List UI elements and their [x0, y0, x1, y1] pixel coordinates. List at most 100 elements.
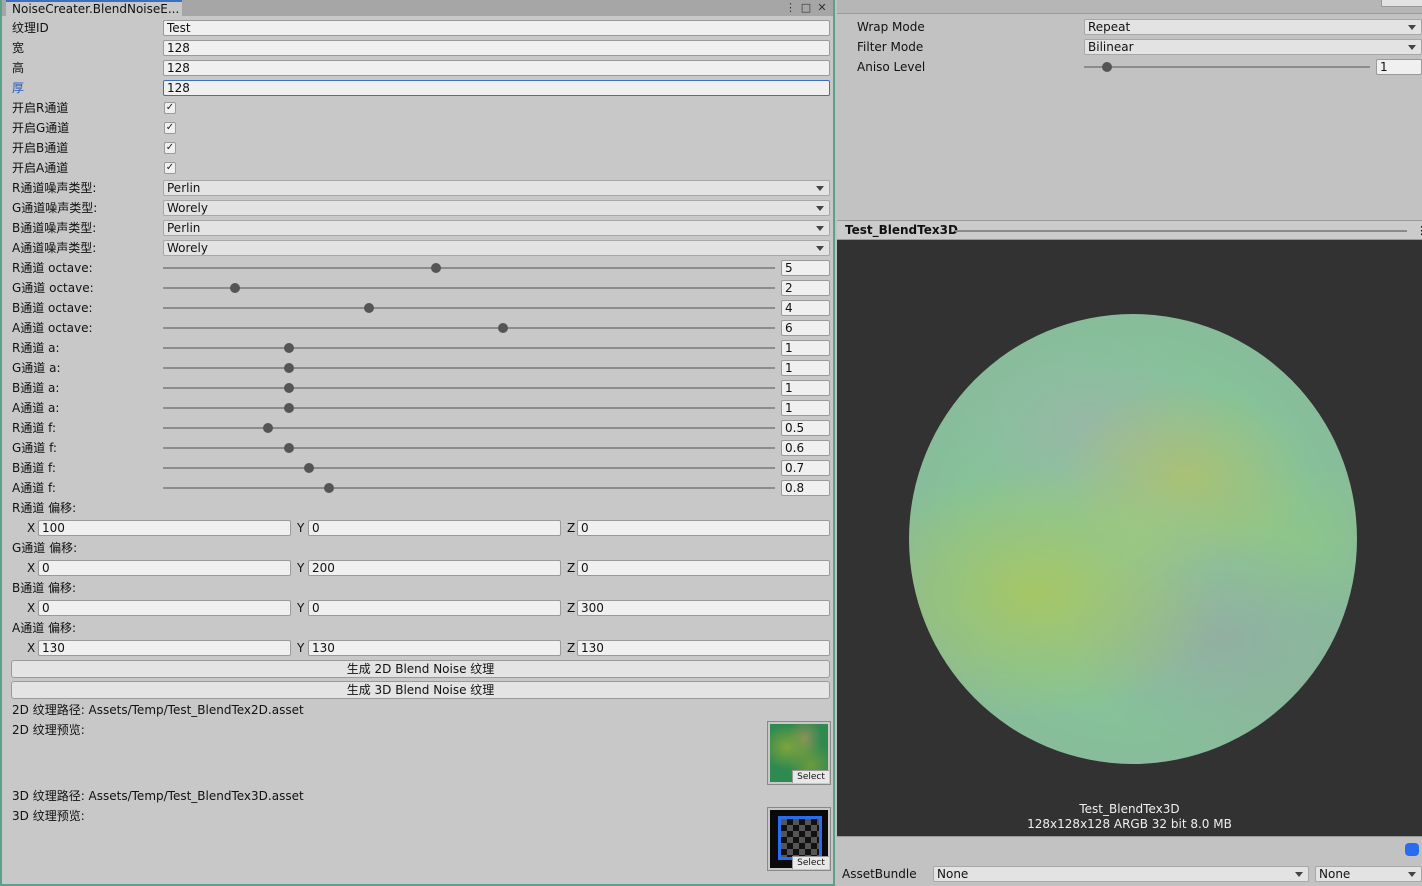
texture-2d-preview-field[interactable]: Select: [767, 721, 831, 785]
b-f-slider[interactable]: [163, 467, 775, 469]
b-a-slider-thumb[interactable]: [284, 383, 294, 393]
enable-b-checkbox[interactable]: ✓: [164, 142, 176, 154]
dropdown-arrow-icon: [816, 206, 824, 211]
a-octave-label: A通道 octave:: [12, 321, 93, 335]
b-f-input[interactable]: 0.7: [781, 460, 830, 476]
height-input[interactable]: 128: [163, 60, 830, 76]
wrap-mode-label: Wrap Mode: [857, 20, 925, 34]
r-octave-input[interactable]: 5: [781, 260, 830, 276]
texture-3d-preview-field[interactable]: Select: [767, 807, 831, 871]
r-octave-slider-thumb[interactable]: [431, 263, 441, 273]
b-a-input[interactable]: 1: [781, 380, 830, 396]
preview-menu-icon[interactable]: ⋮: [1416, 223, 1422, 238]
dropdown-value: Perlin: [167, 181, 201, 195]
g-f-slider-thumb[interactable]: [284, 443, 294, 453]
more-menu-icon[interactable]: ⋮: [785, 0, 796, 16]
b-offset-y-input[interactable]: 0: [308, 600, 561, 616]
dropdown-value: Perlin: [167, 221, 201, 235]
aniso-level-input[interactable]: 1: [1376, 59, 1422, 75]
aniso-level-slider-thumb[interactable]: [1102, 62, 1112, 72]
generate-3d-button[interactable]: 生成 3D Blend Noise 纹理: [11, 681, 830, 699]
g-f-label: G通道 f:: [12, 441, 57, 455]
b-f-slider-thumb[interactable]: [304, 463, 314, 473]
g-f-slider[interactable]: [163, 447, 775, 449]
r-octave-slider[interactable]: [163, 267, 775, 269]
a-f-input[interactable]: 0.8: [781, 480, 830, 496]
aniso-level-label: Aniso Level: [857, 60, 926, 74]
window-tab[interactable]: NoiseCreater.BlendNoiseE...: [6, 0, 182, 16]
g-octave-input[interactable]: 2: [781, 280, 830, 296]
z-axis-label: Z: [567, 561, 576, 575]
r-offset-y-input[interactable]: 0: [308, 520, 561, 536]
g-f-input[interactable]: 0.6: [781, 440, 830, 456]
b-offset-z-input[interactable]: 300: [577, 600, 830, 616]
g-a-slider[interactable]: [163, 367, 775, 369]
filter-mode-dropdown[interactable]: Bilinear: [1084, 39, 1422, 55]
r-offset-z-input[interactable]: 0: [577, 520, 830, 536]
r-noise-type-dropdown[interactable]: Perlin: [163, 180, 830, 196]
asset-bundle-label: AssetBundle: [842, 867, 917, 881]
g-a-slider-thumb[interactable]: [284, 363, 294, 373]
r-a-slider-thumb[interactable]: [284, 343, 294, 353]
r-a-input[interactable]: 1: [781, 340, 830, 356]
enable-g-checkbox[interactable]: ✓: [164, 122, 176, 134]
g-offset-y-input[interactable]: 200: [308, 560, 561, 576]
inspector-panel: Wrap Mode Repeat Filter Mode Bilinear An…: [837, 0, 1422, 886]
open-button[interactable]: [1381, 0, 1422, 7]
a-offset-x-input[interactable]: 130: [38, 640, 291, 656]
asset-bundle-variant-dropdown[interactable]: None: [1315, 866, 1422, 882]
g-noise-type-dropdown[interactable]: Worely: [163, 200, 830, 216]
enable-r-checkbox[interactable]: ✓: [164, 102, 176, 114]
a-a-input[interactable]: 1: [781, 400, 830, 416]
g-octave-slider[interactable]: [163, 287, 775, 289]
depth-input[interactable]: 128: [163, 80, 830, 96]
a-noise-type-dropdown[interactable]: Worely: [163, 240, 830, 256]
a-a-slider-thumb[interactable]: [284, 403, 294, 413]
inspector-top-strip: [837, 0, 1422, 14]
r-offset-x-input[interactable]: 100: [38, 520, 291, 536]
a-a-slider[interactable]: [163, 407, 775, 409]
r-f-slider[interactable]: [163, 427, 775, 429]
b-octave-slider-thumb[interactable]: [364, 303, 374, 313]
aniso-level-slider[interactable]: [1084, 66, 1370, 68]
a-f-slider[interactable]: [163, 487, 775, 489]
texture-id-input[interactable]: Test: [163, 20, 830, 36]
a-f-slider-thumb[interactable]: [324, 483, 334, 493]
a-octave-slider-thumb[interactable]: [498, 323, 508, 333]
asset-bundle-dropdown[interactable]: None: [933, 866, 1309, 882]
b-octave-slider[interactable]: [163, 307, 775, 309]
a-offset-z-input[interactable]: 130: [577, 640, 830, 656]
r-noise-type-label: R通道噪声类型:: [12, 181, 97, 195]
height-label: 高: [12, 61, 25, 75]
b-a-slider[interactable]: [163, 387, 775, 389]
a-offset-y-input[interactable]: 130: [308, 640, 561, 656]
dropdown-arrow-icon: [816, 226, 824, 231]
generate-2d-button[interactable]: 生成 2D Blend Noise 纹理: [11, 660, 830, 678]
a-octave-input[interactable]: 6: [781, 320, 830, 336]
r-a-slider[interactable]: [163, 347, 775, 349]
b-octave-input[interactable]: 4: [781, 300, 830, 316]
g-octave-slider-thumb[interactable]: [230, 283, 240, 293]
b-offset-x-input[interactable]: 0: [38, 600, 291, 616]
g-offset-z-input[interactable]: 0: [577, 560, 830, 576]
r-f-input[interactable]: 0.5: [781, 420, 830, 436]
enable-a-checkbox[interactable]: ✓: [164, 162, 176, 174]
a-octave-slider[interactable]: [163, 327, 775, 329]
g-offset-x-input[interactable]: 0: [38, 560, 291, 576]
width-label: 宽: [12, 41, 25, 55]
noise-sphere-preview: [909, 314, 1357, 764]
texture-preview-area[interactable]: Test_BlendTex3D 128x128x128 ARGB 32 bit …: [837, 240, 1422, 836]
b-noise-type-dropdown[interactable]: Perlin: [163, 220, 830, 236]
g-a-input[interactable]: 1: [781, 360, 830, 376]
select-button[interactable]: Select: [792, 856, 829, 869]
enable-b-label: 开启B通道: [12, 141, 69, 155]
select-button[interactable]: Select: [792, 770, 829, 783]
maximize-icon[interactable]: □: [799, 0, 813, 16]
width-input[interactable]: 128: [163, 40, 830, 56]
asset-label-icon[interactable]: [1405, 843, 1419, 856]
r-f-slider-thumb[interactable]: [263, 423, 273, 433]
enable-a-label: 开启A通道: [12, 161, 69, 175]
blend-noise-editor-window: NoiseCreater.BlendNoiseE... ⋮ □ ✕ 纹理ID T…: [0, 0, 835, 886]
close-icon[interactable]: ✕: [815, 0, 829, 16]
wrap-mode-dropdown[interactable]: Repeat: [1084, 19, 1422, 35]
